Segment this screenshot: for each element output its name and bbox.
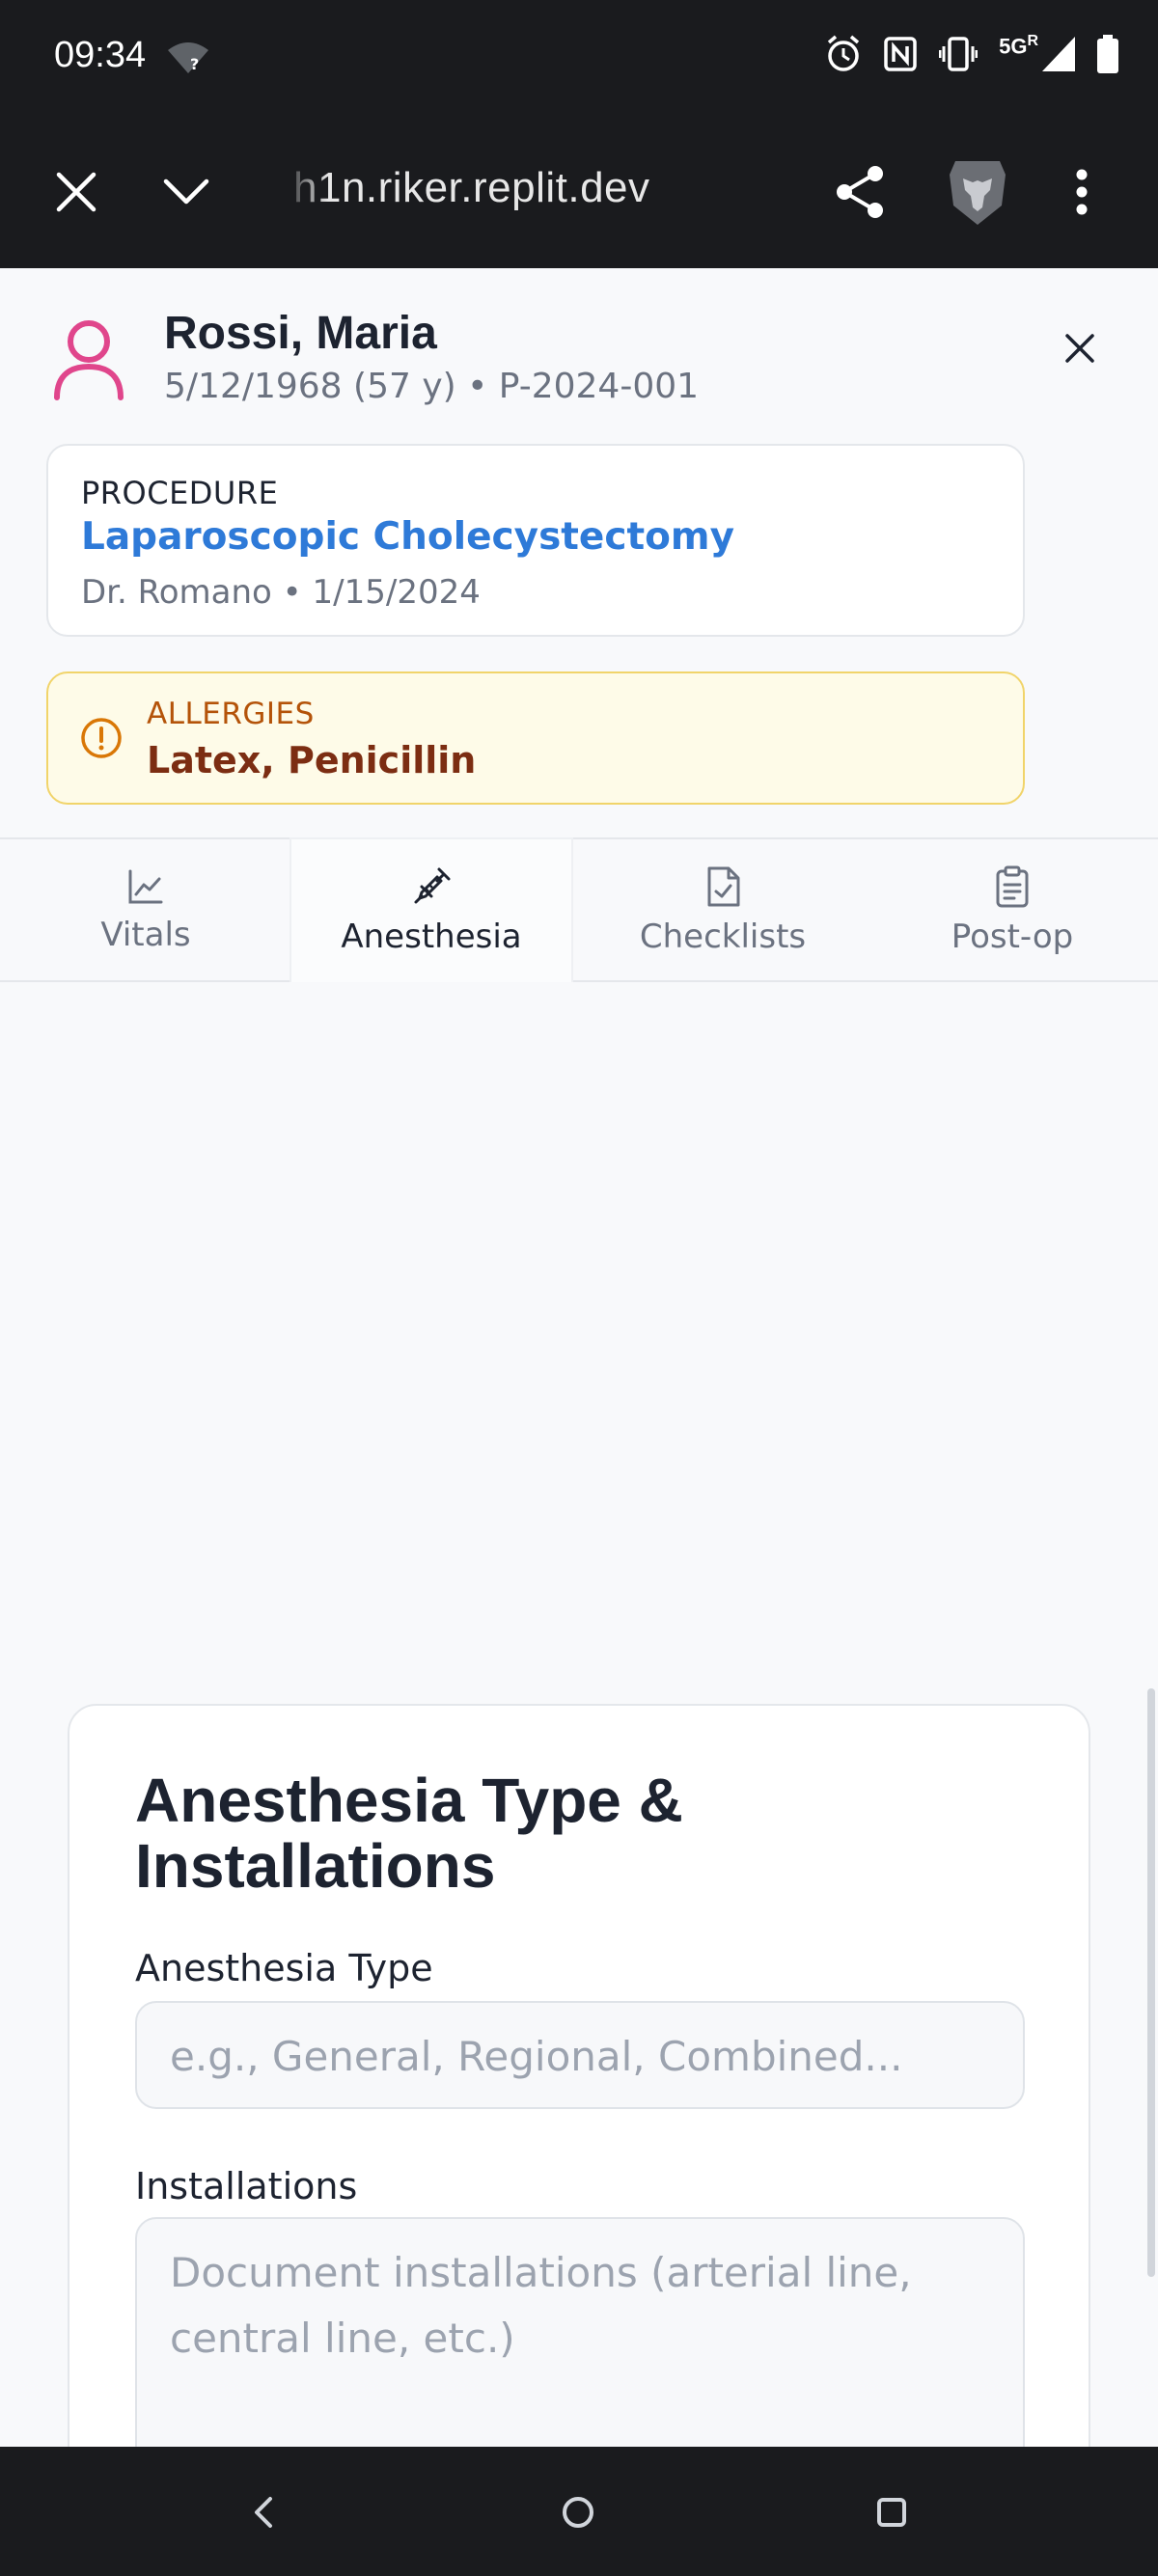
allergies-label: ALLERGIES (147, 697, 315, 731)
alert-circle-icon (81, 718, 122, 758)
tab-vitals-label: Vitals (100, 916, 191, 954)
patient-avatar-icon (54, 320, 124, 400)
url-bar[interactable]: h1n.riker.replit.dev (293, 164, 650, 212)
browser-toolbar: h1n.riker.replit.dev (0, 116, 1158, 268)
recents-button[interactable] (865, 2485, 919, 2539)
signal-icon (1042, 37, 1075, 71)
anesthesia-type-card: Anesthesia Type & Installations Anesthes… (68, 1704, 1090, 2447)
collapse-button[interactable] (152, 158, 220, 226)
anesthesia-type-label: Anesthesia Type (135, 1947, 433, 1989)
home-icon (563, 2497, 593, 2528)
back-icon (255, 2497, 272, 2528)
installations-label: Installations (135, 2165, 358, 2207)
home-button[interactable] (551, 2485, 605, 2539)
chart-line-icon (128, 869, 163, 904)
tab-bar: Vitals Anesthesia Checklists Post-op (0, 837, 1158, 982)
back-button[interactable] (235, 2485, 290, 2539)
wifi-unknown-icon: ? (168, 42, 208, 73)
section-title: Anesthesia Type & Installations (135, 1766, 683, 1901)
tab-checklists-label: Checklists (639, 918, 807, 956)
anesthesia-content[interactable]: Anesthesia Type & Installations Anesthes… (0, 982, 1158, 2447)
brave-lion-icon (950, 161, 1006, 225)
status-icons: 5GR (825, 33, 1119, 73)
scrollbar[interactable] (1147, 1688, 1155, 2277)
system-nav-bar (0, 2447, 1158, 2576)
anesthesia-type-input[interactable]: e.g., General, Regional, Combined... (135, 2001, 1025, 2109)
share-icon (837, 166, 883, 218)
tab-post-op[interactable]: Post-op (872, 839, 1152, 982)
patient-header: Rossi, Maria 5/12/1968 (57 y) • P-2024-0… (0, 268, 1158, 837)
close-icon (1065, 334, 1094, 363)
tab-checklists[interactable]: Checklists (583, 839, 863, 982)
recents-icon (877, 2498, 906, 2527)
battery-icon (1097, 35, 1118, 73)
status-time: 09:34 (54, 35, 147, 75)
brave-shields-button[interactable] (944, 158, 1011, 226)
chevron-down-icon (163, 178, 209, 205)
close-patient-button[interactable] (1056, 324, 1104, 372)
nfc-icon (884, 37, 917, 71)
allergies-value: Latex, Penicillin (147, 739, 477, 781)
procedure-card: PROCEDURE Laparoscopic Cholecystectomy D… (46, 444, 1025, 637)
alarm-icon (827, 35, 860, 71)
tab-anesthesia[interactable]: Anesthesia (291, 839, 571, 982)
procedure-meta: Dr. Romano • 1/15/2024 (81, 573, 481, 612)
clipboard-icon (996, 865, 1029, 908)
allergies-card: ALLERGIES Latex, Penicillin (46, 671, 1025, 805)
procedure-name: Laparoscopic Cholecystectomy (81, 515, 734, 559)
file-check-icon (707, 866, 740, 907)
close-icon (56, 172, 96, 212)
svg-text:?: ? (190, 55, 199, 73)
more-vert-icon (1076, 169, 1088, 215)
procedure-label: PROCEDURE (81, 475, 279, 511)
vibrate-icon (939, 37, 979, 71)
tab-anesthesia-label: Anesthesia (341, 918, 522, 956)
syringe-icon (414, 867, 451, 904)
patient-name: Rossi, Maria (164, 308, 437, 359)
close-tab-button[interactable] (42, 158, 110, 226)
patient-meta: 5/12/1968 (57 y) • P-2024-001 (164, 367, 700, 406)
network-type: 5GR (999, 33, 1038, 59)
status-bar: 09:34 ? 5GR (0, 0, 1158, 116)
tab-vitals[interactable]: Vitals (6, 839, 286, 982)
tab-post-op-label: Post-op (951, 918, 1074, 956)
share-button[interactable] (826, 158, 894, 226)
installations-textarea[interactable]: Document installations (arterial line, c… (135, 2217, 1025, 2447)
menu-button[interactable] (1048, 158, 1116, 226)
